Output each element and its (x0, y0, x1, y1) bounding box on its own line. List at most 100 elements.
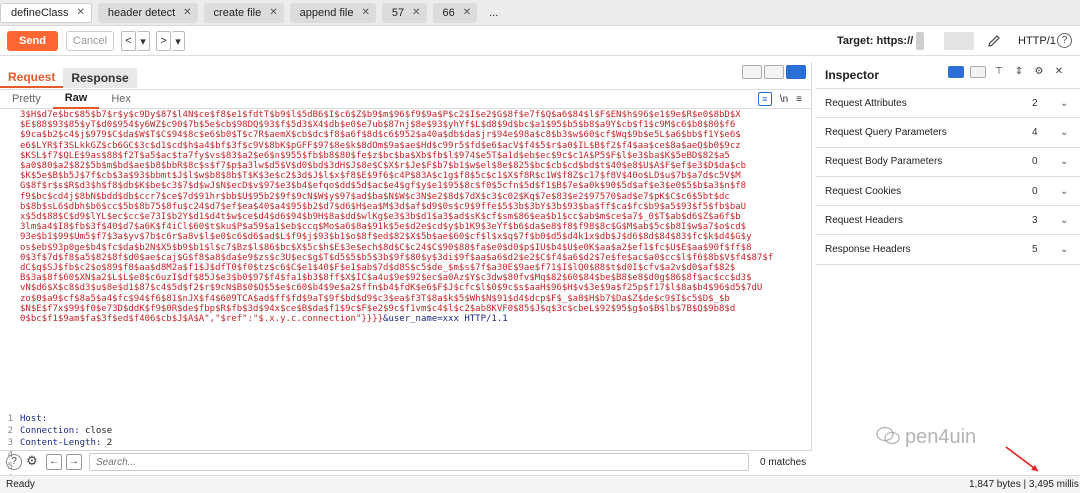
request-response-tabs: Request Response (0, 68, 137, 88)
code-line: x$5d$88$C$d9$lYL$ec$cc$e73I$b2Y$d1$d4t$w… (20, 212, 741, 223)
back-history-dropdown[interactable]: ▾ (137, 31, 150, 51)
tab-label: header detect (107, 6, 176, 19)
line-number-gutter: 1 2 3 4 5 6 7 (0, 110, 18, 493)
section-count: 2 (1032, 97, 1038, 109)
code-line: $N$E$f7x$99$f0$e73D$ddK$f9$0R$de$fbp$R$f… (20, 303, 736, 314)
menu-icon[interactable]: ≡ (796, 94, 802, 105)
send-button[interactable]: Send (7, 31, 58, 51)
pencil-icon[interactable] (986, 33, 1002, 49)
code-line: dC$q$SJ$fb$c2$o$89$f8$aa$d8M2a$f1$J$dfT0… (20, 263, 736, 274)
help-icon[interactable]: ? (6, 454, 22, 470)
layout-stacked-icon[interactable] (764, 65, 784, 79)
cancel-button[interactable]: Cancel (66, 31, 114, 51)
redacted-host (944, 32, 974, 50)
chevron-down-icon: ⌄ (1060, 185, 1069, 197)
tab-append-file[interactable]: append file ✕ (289, 2, 376, 23)
close-icon[interactable]: ✕ (269, 7, 277, 18)
close-icon[interactable]: ✕ (183, 7, 191, 18)
section-label: Request Body Parameters (825, 156, 943, 168)
tab-66[interactable]: 66 ✕ (432, 2, 478, 23)
tab-create-file[interactable]: create file ✕ (203, 2, 284, 23)
more-icon: ... (489, 6, 499, 19)
inspector-title: Inspector (825, 68, 880, 82)
chevron-down-icon: ⌄ (1060, 214, 1069, 226)
inspector-panel: Inspector ⊤ ⇕ ⚙ ✕ Request Attributes 2 ⌄… (816, 62, 1080, 450)
code-line: $a0$80$a2$82$5b$m$bd$ae$b8$bbR$8c$s$f7$p… (20, 161, 747, 172)
collapse-icon[interactable]: ⇕ (1012, 65, 1026, 79)
tab-request[interactable]: Request (0, 68, 64, 88)
search-input[interactable] (89, 453, 749, 471)
code-line: vN$d6$X$c8$d3$u$8e$d1$87$c4$5d$f2$r$9cN$… (20, 283, 763, 294)
layout-side-by-side-icon[interactable] (742, 65, 762, 79)
tab-pretty[interactable]: Pretty (0, 89, 53, 109)
layout-icon[interactable] (948, 66, 964, 78)
tab-label: append file (299, 6, 354, 19)
gear-icon[interactable]: ⚙ (1032, 65, 1046, 79)
newline-toggle[interactable]: \n (780, 94, 788, 105)
request-toolbar: Send Cancel < ▾ > ▾ Target: https:// HTT… (0, 26, 1080, 56)
gear-icon[interactable]: ⚙ (24, 454, 40, 470)
close-icon[interactable]: ✕ (76, 7, 84, 18)
code-line: $K$5e$B$b5J$7f$cb$3a$93$bbmt$J$l$w$b8$8b… (20, 171, 741, 182)
code-line: 0$bc$f1$9am$fa$3f$ed$f406$cb$J$A$A","$re… (20, 314, 508, 325)
inspector-row-request-query-parameters[interactable]: Request Query Parameters 4 ⌄ (816, 118, 1080, 148)
code-line: 0$3f$7d$f8$a5$82$8f$d0$ae$caj$G$f8$a8$da… (20, 252, 774, 263)
inspector-row-request-cookies[interactable]: Request Cookies 0 ⌄ (816, 177, 1080, 207)
request-body-code: 3$H$d7e$bc$85$b7$r$y$c9Dy$87$l4N$ce$f8$e… (20, 110, 810, 324)
request-editor[interactable]: 1 2 3 4 5 6 7 3$H$d7e$bc$85$b7$r$y$c9Dy$… (0, 110, 812, 493)
code-line: 3$H$d7e$bc$85$b7$r$y$c9Dy$87$l4N$ce$f8$e… (20, 110, 741, 120)
section-count: 3 (1032, 214, 1038, 226)
line-number: 2 (7, 426, 13, 436)
section-count: 4 (1032, 126, 1038, 138)
status-text: Ready (6, 479, 35, 490)
list-format-icon[interactable]: ≡ (757, 92, 772, 106)
layout-toggle-group (742, 65, 806, 79)
section-count: 0 (1032, 185, 1038, 197)
tab-label: defineClass (11, 6, 69, 19)
inspector-row-request-body-parameters[interactable]: Request Body Parameters 0 ⌄ (816, 148, 1080, 177)
tab-response[interactable]: Response (63, 68, 137, 88)
wechat-icon (876, 426, 900, 445)
tab-overflow-more[interactable]: ... (483, 3, 504, 23)
redacted-host (916, 32, 924, 50)
tab-label: 57 (391, 6, 405, 19)
next-match-button[interactable]: → (66, 454, 82, 470)
response-size-timing: 1,847 bytes | 3,495 millis (969, 479, 1079, 490)
layout-alt-icon[interactable] (970, 66, 986, 78)
forward-button[interactable]: > (156, 31, 171, 51)
code-line: os$eb$93p0ge$b4$fc$da$b2N$X5$b9$b1$l$c7$… (20, 242, 752, 253)
layout-tabs-icon[interactable] (786, 65, 806, 79)
message-view-tabs: Pretty Raw Hex ≡ \n ≡ (0, 89, 812, 109)
section-label: Request Attributes (825, 97, 907, 109)
tab-57[interactable]: 57 ✕ (381, 2, 427, 23)
target-label[interactable]: Target: https:// (837, 35, 913, 47)
tab-header-detect[interactable]: header detect ✕ (97, 2, 198, 23)
inspector-row-response-headers[interactable]: Response Headers 5 ⌄ (816, 235, 1080, 265)
inspector-row-request-attributes[interactable]: Request Attributes 2 ⌄ (816, 89, 1080, 119)
inspector-row-request-headers[interactable]: Request Headers 3 ⌄ (816, 206, 1080, 236)
align-top-icon[interactable]: ⊤ (992, 65, 1006, 79)
line-number: 1 (7, 414, 13, 424)
close-icon[interactable]: ✕ (412, 7, 420, 18)
tab-defineclass[interactable]: defineClass ✕ (0, 2, 92, 23)
chevron-down-icon: ⌄ (1060, 244, 1069, 256)
code-line: b$8b$sL6$dbh$b6$cc$5b$8b75$8fu$c24$d7$ef… (20, 201, 747, 212)
chevron-down-icon: ⌄ (1060, 126, 1069, 138)
close-icon[interactable]: ✕ (463, 7, 471, 18)
close-icon[interactable]: ✕ (1052, 65, 1066, 79)
back-button[interactable]: < (121, 31, 136, 51)
inspector-toolbar: ⊤ ⇕ ⚙ ✕ (948, 65, 1066, 79)
tab-raw[interactable]: Raw (52, 89, 100, 109)
tab-hex[interactable]: Hex (99, 89, 143, 109)
code-line: G$8f$r$s$R$d3$h$f8$db$K$be$c3$7$d$wJ$N$e… (20, 181, 747, 192)
http-version-label[interactable]: HTTP/1 (1018, 35, 1056, 47)
help-icon[interactable]: ? (1057, 33, 1072, 48)
code-line: $KSL$f7$QLE$9as$88$f2T$a5$ac$ta7fy$vs$83… (20, 150, 730, 161)
previous-match-button[interactable]: ← (46, 454, 62, 470)
editor-options: ≡ \n ≡ (757, 92, 802, 106)
code-line: e6$LYR$f3SLkkGZ$cb6GC$3c$d1$cd$h$a4$bf$3… (20, 140, 741, 151)
header-line-host: Host: (20, 414, 48, 424)
forward-history-dropdown[interactable]: ▾ (172, 31, 185, 51)
close-icon[interactable]: ✕ (361, 7, 369, 18)
code-line: $E$88$93$85$yT$d0$954$y6WZ$c90$7b$5e$cb$… (20, 120, 736, 131)
